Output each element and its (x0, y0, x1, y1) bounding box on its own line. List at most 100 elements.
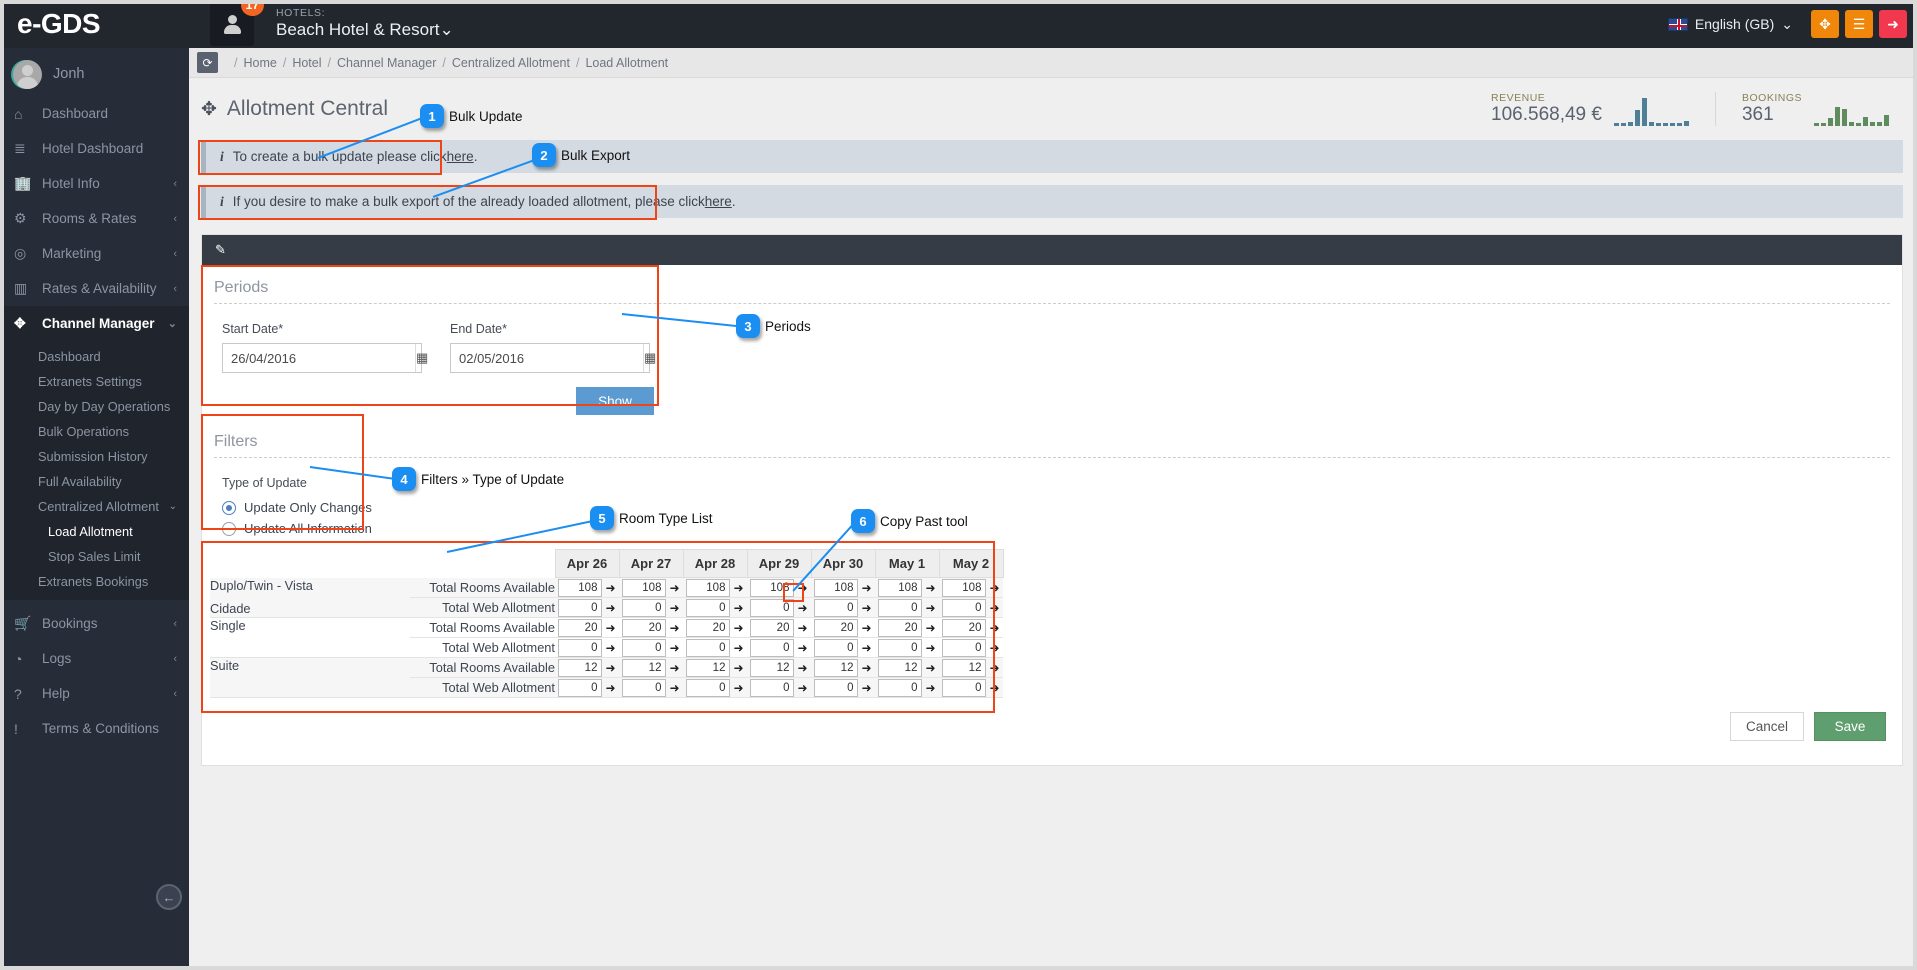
copy-right-arrow-icon[interactable]: ➜ (861, 682, 871, 694)
end-date-input-wrap[interactable]: ▦ (450, 343, 656, 373)
copy-right-arrow-icon[interactable]: ➜ (861, 582, 871, 594)
alloc-input[interactable] (750, 618, 795, 637)
logout-button[interactable]: ➜ (1879, 10, 1907, 38)
alloc-input[interactable] (814, 638, 859, 657)
alloc-input[interactable] (686, 578, 731, 597)
cancel-button[interactable]: Cancel (1730, 712, 1804, 741)
edit-icon[interactable]: ✎ (215, 242, 226, 258)
copy-right-arrow-icon[interactable]: ➜ (605, 602, 615, 614)
alloc-input[interactable] (814, 678, 859, 697)
breadcrumb-item-home[interactable]: Home (243, 56, 276, 70)
alloc-input[interactable] (558, 598, 603, 617)
alloc-input[interactable] (558, 678, 603, 697)
copy-right-arrow-icon[interactable]: ➜ (925, 582, 935, 594)
copy-right-arrow-icon[interactable]: ➜ (733, 682, 743, 694)
alloc-input[interactable] (558, 638, 603, 657)
alloc-input[interactable] (558, 658, 603, 677)
radio-update-all-information[interactable]: Update All Information (222, 518, 1890, 539)
copy-right-arrow-icon[interactable]: ➜ (989, 622, 999, 634)
breadcrumb-item-centralized-allotment[interactable]: Centralized Allotment (452, 56, 570, 70)
copy-right-arrow-icon[interactable]: ➜ (797, 642, 807, 654)
sidebar-user[interactable]: Jonh (0, 52, 189, 96)
copy-right-arrow-icon[interactable]: ➜ (861, 622, 871, 634)
alloc-input[interactable] (750, 638, 795, 657)
sidebar-item-bookings[interactable]: 🛒 Bookings ‹ (0, 606, 189, 641)
alloc-input[interactable] (814, 578, 859, 597)
notifications-user-button[interactable]: 17 (210, 0, 264, 46)
alloc-input[interactable] (622, 578, 667, 597)
alloc-input[interactable] (750, 658, 795, 677)
alloc-input[interactable] (942, 618, 987, 637)
copy-right-arrow-icon[interactable]: ➜ (861, 642, 871, 654)
copy-right-arrow-icon[interactable]: ➜ (733, 582, 743, 594)
copy-right-arrow-icon[interactable]: ➜ (669, 622, 679, 634)
alloc-input[interactable] (814, 618, 859, 637)
copy-right-arrow-icon[interactable]: ➜ (861, 662, 871, 674)
copy-right-arrow-icon[interactable]: ➜ (669, 642, 679, 654)
alloc-input[interactable] (878, 618, 923, 637)
sidebar-item-day-by-day-operations[interactable]: Day by Day Operations (0, 394, 189, 419)
menu-button[interactable]: ☰ (1845, 10, 1873, 38)
alloc-input[interactable] (622, 638, 667, 657)
sidebar-collapse-button[interactable]: ← (156, 884, 182, 910)
radio-icon[interactable] (222, 521, 236, 536)
copy-right-arrow-icon[interactable]: ➜ (605, 662, 615, 674)
alloc-input[interactable] (622, 618, 667, 637)
copy-right-arrow-icon[interactable]: ➜ (925, 622, 935, 634)
copy-right-arrow-icon[interactable]: ➜ (605, 582, 615, 594)
copy-right-arrow-icon[interactable]: ➜ (669, 682, 679, 694)
copy-right-arrow-icon[interactable]: ➜ (733, 662, 743, 674)
sidebar-item-load-allotment[interactable]: Load Allotment (0, 519, 189, 544)
end-date-input[interactable] (451, 344, 643, 372)
copy-right-arrow-icon[interactable]: ➜ (733, 642, 743, 654)
copy-right-arrow-icon[interactable]: ➜ (989, 642, 999, 654)
alloc-input[interactable] (750, 598, 795, 617)
copy-right-arrow-icon[interactable]: ➜ (989, 662, 999, 674)
sidebar-item-submission-history[interactable]: Submission History (0, 444, 189, 469)
breadcrumb-item-hotel[interactable]: Hotel (292, 56, 321, 70)
copy-right-arrow-icon[interactable]: ➜ (669, 582, 679, 594)
copy-right-arrow-icon[interactable]: ➜ (669, 662, 679, 674)
alloc-input[interactable] (750, 678, 795, 697)
alloc-input[interactable] (686, 618, 731, 637)
alloc-input[interactable] (878, 678, 923, 697)
sidebar-item-channel-manager[interactable]: ✥ Channel Manager ⌄ (0, 306, 189, 341)
alloc-input[interactable] (558, 618, 603, 637)
copy-right-arrow-icon[interactable]: ➜ (605, 642, 615, 654)
sidebar-item-extranets-settings[interactable]: Extranets Settings (0, 369, 189, 394)
sidebar-item-hotel-dashboard[interactable]: ≣ Hotel Dashboard (0, 131, 189, 166)
save-button[interactable]: Save (1814, 712, 1886, 741)
calendar-icon[interactable]: ▦ (643, 344, 656, 372)
copy-right-arrow-icon[interactable]: ➜ (989, 602, 999, 614)
copy-right-arrow-icon[interactable]: ➜ (733, 602, 743, 614)
calendar-icon[interactable]: ▦ (415, 344, 428, 372)
sidebar-item-help[interactable]: ? Help ‹ (0, 676, 189, 711)
breadcrumb-item-load-allotment[interactable]: Load Allotment (585, 56, 668, 70)
alloc-input[interactable] (622, 678, 667, 697)
alloc-input[interactable] (942, 658, 987, 677)
brand-logo[interactable]: e-GDS (0, 0, 228, 48)
sidebar-item-rates-availability[interactable]: ▥ Rates & Availability ‹ (0, 271, 189, 306)
alloc-input[interactable] (686, 638, 731, 657)
copy-right-arrow-icon[interactable]: ➜ (989, 682, 999, 694)
copy-past-tool-icon[interactable]: ➜ (797, 582, 807, 594)
sidebar-item-cm-dashboard[interactable]: Dashboard (0, 344, 189, 369)
sidebar-item-stop-sales-limit[interactable]: Stop Sales Limit (0, 544, 189, 569)
sidebar-item-hotel-info[interactable]: 🏢 Hotel Info ‹ (0, 166, 189, 201)
refresh-icon[interactable]: ⟳ (197, 52, 218, 73)
copy-right-arrow-icon[interactable]: ➜ (797, 682, 807, 694)
sidebar-item-bulk-operations[interactable]: Bulk Operations (0, 419, 189, 444)
alloc-input[interactable] (622, 598, 667, 617)
copy-right-arrow-icon[interactable]: ➜ (605, 622, 615, 634)
radio-icon[interactable] (222, 500, 236, 515)
sidebar-item-terms-conditions[interactable]: ! Terms & Conditions (0, 711, 189, 746)
copy-right-arrow-icon[interactable]: ➜ (861, 602, 871, 614)
sidebar-item-dashboard[interactable]: ⌂ Dashboard (0, 96, 189, 131)
hotel-selector[interactable]: HOTELS: Beach Hotel & Resort⌄ (276, 7, 454, 40)
alloc-input[interactable] (814, 598, 859, 617)
alloc-input[interactable] (942, 578, 987, 597)
alloc-input[interactable] (878, 578, 923, 597)
show-button[interactable]: Show (576, 387, 654, 415)
bulk-update-link[interactable]: here (447, 149, 474, 164)
copy-right-arrow-icon[interactable]: ➜ (797, 622, 807, 634)
